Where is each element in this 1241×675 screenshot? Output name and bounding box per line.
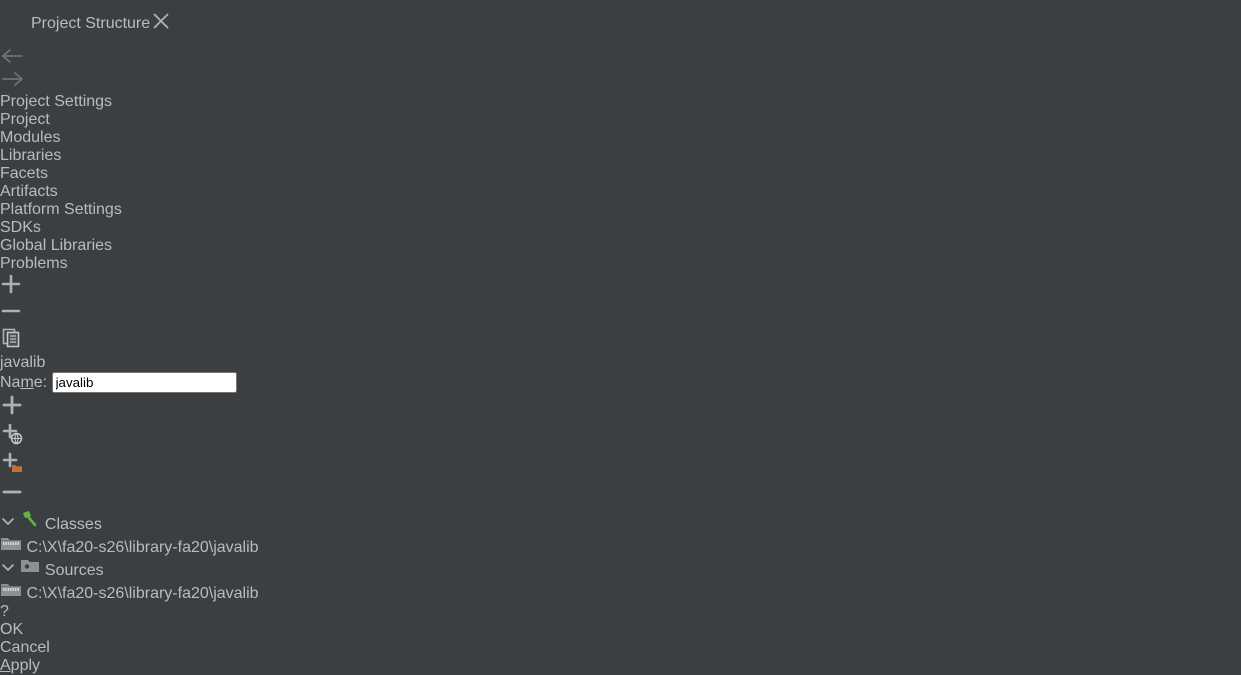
sidebar-item-facets[interactable]: Facets — [0, 165, 1241, 183]
tree-node-label: C:\X\fa20-s26\library-fa20\javalib — [26, 539, 259, 556]
arrow-right-icon[interactable] — [0, 70, 1241, 93]
plus-icon[interactable] — [0, 273, 1241, 300]
list-item-label: javalib — [0, 354, 46, 371]
plus-globe-icon[interactable] — [0, 422, 1241, 451]
help-button[interactable]: ? — [0, 603, 1241, 621]
apply-button[interactable]: Apply — [0, 657, 1241, 675]
tree-node-sources[interactable]: Sources — [0, 557, 1241, 580]
plus-icon[interactable] — [0, 393, 1241, 422]
copy-icon[interactable] — [0, 327, 1241, 354]
minus-icon[interactable] — [0, 300, 1241, 327]
name-row: Name: — [0, 372, 1241, 393]
sidebar-item-problems[interactable]: Problems — [0, 255, 1241, 273]
cancel-button[interactable]: Cancel — [0, 639, 1241, 657]
jar-archive-icon — [0, 538, 26, 556]
arrow-left-icon[interactable] — [0, 47, 1241, 70]
jar-archive-icon — [0, 584, 26, 602]
project-structure-dialog: Project Structure Project Settings Proje… — [0, 0, 1241, 674]
tree-node-label: Classes — [44, 516, 102, 533]
minus-icon[interactable] — [0, 480, 1241, 509]
sidebar-group-platform-settings: Platform Settings — [0, 201, 122, 218]
sidebar-group-project-settings: Project Settings — [0, 93, 113, 110]
intellij-idea-icon — [12, 14, 31, 33]
library-detail-pane: Name: javalib Classes C:\X\fa20-s26\libr… — [0, 372, 1241, 603]
libraries-list-pane: javalib — [0, 273, 1241, 372]
sidebar-item-libraries[interactable]: Libraries — [0, 147, 1241, 165]
tree-node-label: Sources — [44, 562, 104, 579]
hammer-classes-icon — [20, 511, 44, 533]
sources-folder-icon — [20, 560, 44, 579]
tree-node-classes-path[interactable]: C:\X\fa20-s26\library-fa20\javalib — [0, 534, 1241, 557]
settings-sidebar: Project Settings Project Modules Librari… — [0, 47, 1241, 273]
sidebar-item-artifacts[interactable]: Artifacts — [0, 183, 1241, 201]
page-title: Project Structure — [31, 14, 151, 32]
title-bar: Project Structure — [0, 0, 1241, 47]
roots-toolbar — [0, 393, 1241, 509]
dialog-body: Project Settings Project Modules Librari… — [0, 47, 1241, 603]
name-label: Name: — [0, 374, 48, 391]
dialog-footer: ? OK Cancel Apply — [0, 603, 1241, 675]
sidebar-item-global-libraries[interactable]: Global Libraries — [0, 237, 1241, 255]
libraries-toolbar — [0, 273, 1241, 354]
list-item[interactable]: javalib — [0, 354, 1241, 372]
sidebar-item-sdks[interactable]: SDKs — [0, 219, 1241, 237]
sidebar-nav-bar — [0, 47, 1241, 93]
settings-tree: Project Settings Project Modules Librari… — [0, 93, 1241, 255]
libraries-list: javalib — [0, 354, 1241, 372]
plus-folder-icon[interactable] — [0, 451, 1241, 480]
library-roots-tree: Classes C:\X\fa20-s26\library-fa20\javal… — [0, 509, 1241, 603]
tree-node-classes[interactable]: Classes — [0, 509, 1241, 534]
sidebar-item-modules[interactable]: Modules — [0, 129, 1241, 147]
tree-node-sources-path[interactable]: C:\X\fa20-s26\library-fa20\javalib — [0, 580, 1241, 603]
close-icon[interactable] — [150, 10, 172, 37]
sidebar-item-project[interactable]: Project — [0, 111, 1241, 129]
name-input[interactable] — [51, 372, 237, 393]
chevron-down-icon[interactable] — [0, 516, 20, 533]
sidebar-footer: Problems — [0, 255, 1241, 273]
ok-button[interactable]: OK — [0, 621, 1241, 639]
chevron-down-icon[interactable] — [0, 562, 20, 579]
tree-node-label: C:\X\fa20-s26\library-fa20\javalib — [26, 585, 259, 602]
